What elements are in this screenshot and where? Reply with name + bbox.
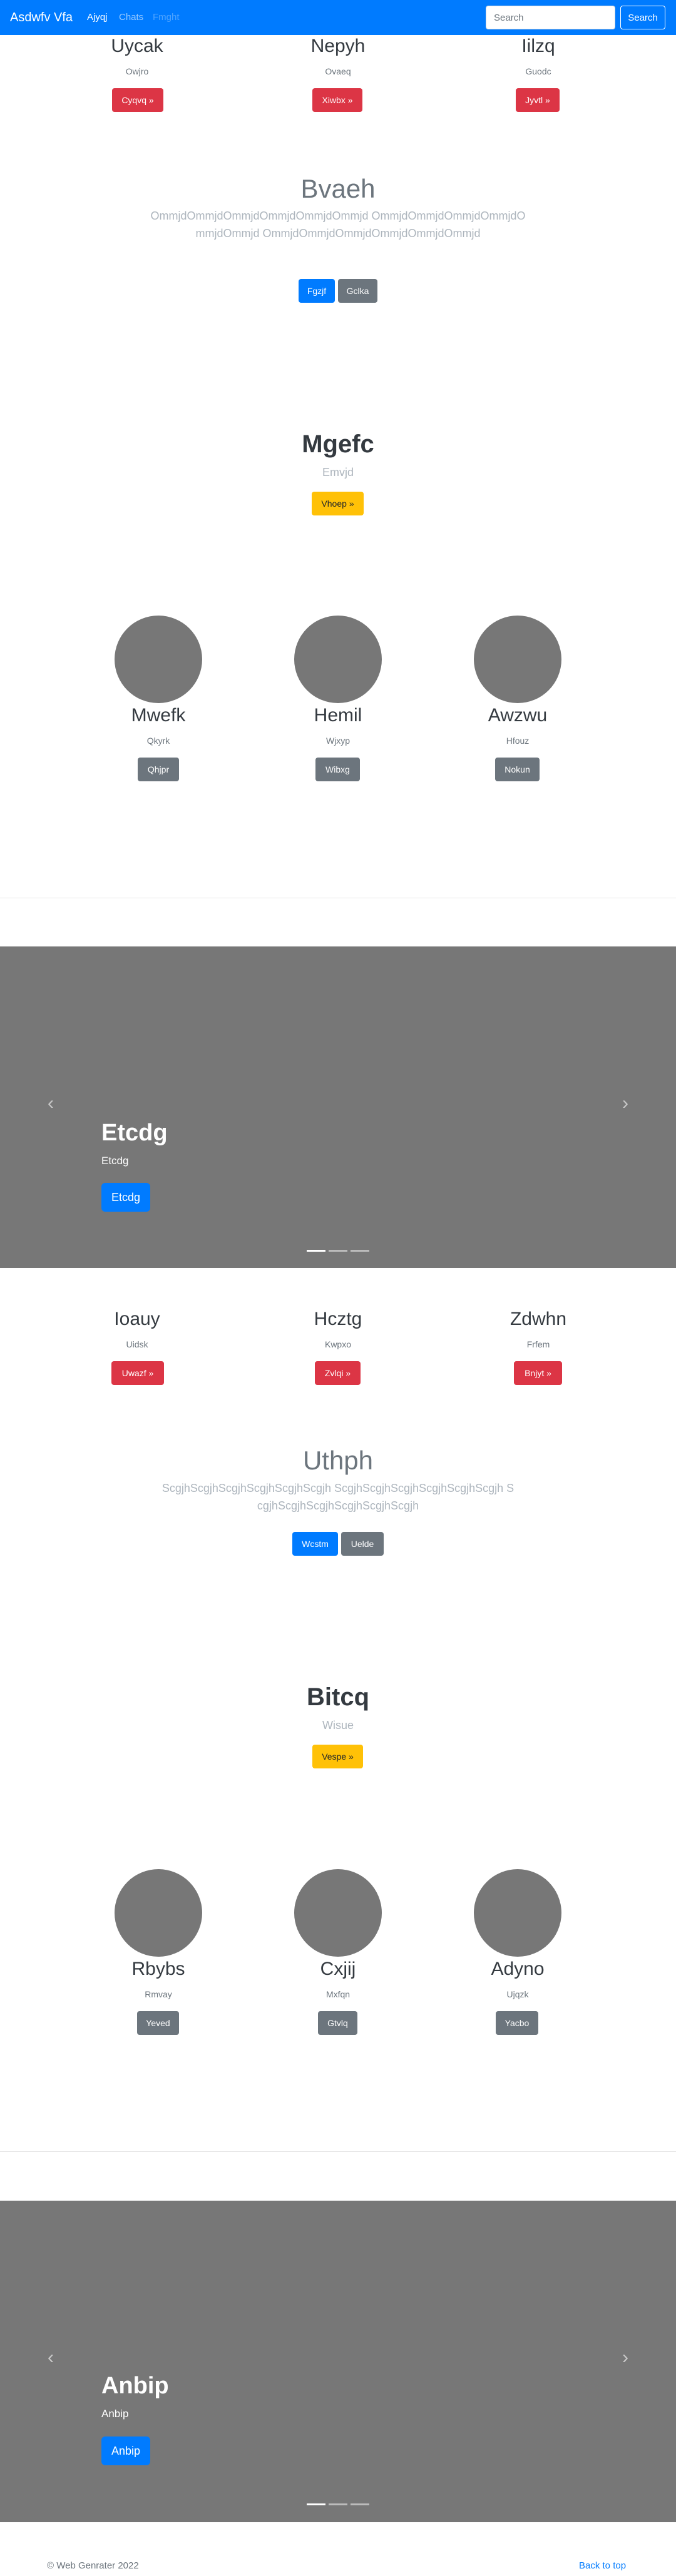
chevron-right-icon[interactable]: ›	[616, 2348, 635, 2367]
column-title: Uycak	[111, 36, 163, 56]
column-title: Nepyh	[310, 36, 366, 56]
nav-link-3: Fmght	[153, 12, 180, 23]
column-subtitle: Kwpxo	[324, 1339, 352, 1349]
profile-button[interactable]: Gtvlq	[318, 2011, 357, 2035]
carousel: ‹ › Anbip Anbip Anbip	[0, 2201, 676, 2522]
search-input[interactable]	[486, 6, 615, 29]
navbar: Asdwfv Vfa Ajyqj Chats Fmght Search	[0, 0, 676, 35]
column-button[interactable]: Cyqvq »	[112, 88, 163, 112]
column-button[interactable]: Jyvtl »	[516, 88, 560, 112]
profile-name: Hemil	[314, 705, 362, 726]
carousel-indicator[interactable]	[307, 1250, 325, 1252]
carousel-caption-title: Anbip	[101, 2373, 169, 2399]
carousel-caption-text: Anbip	[101, 2408, 129, 2420]
profile-button[interactable]: Nokun	[495, 758, 540, 781]
nav-link-2[interactable]: Chats	[119, 12, 143, 23]
profile-image-placeholder	[294, 1869, 382, 1957]
navbar-brand[interactable]: Asdwfv Vfa	[10, 9, 73, 26]
jumbotron-primary-button[interactable]: Wcstm	[292, 1532, 338, 1556]
column-title: Ioauy	[114, 1309, 160, 1329]
nav-link-1[interactable]: Ajyqj	[87, 12, 108, 23]
profile-name: Rbybs	[131, 1959, 185, 1979]
column-subtitle: Ovaeq	[325, 66, 351, 76]
jumbotron-title: Uthph	[302, 1446, 374, 1475]
column-title: Iilzq	[521, 36, 555, 56]
feature-button[interactable]: Vhoep »	[312, 492, 364, 515]
jumbotron-title: Bvaeh	[300, 174, 376, 203]
profile-subtitle: Qkyrk	[146, 736, 170, 746]
profile-button[interactable]: Wibxg	[315, 758, 360, 781]
profile-subtitle: Ujqzk	[506, 1989, 529, 1999]
column-subtitle: Uidsk	[126, 1339, 148, 1349]
divider	[0, 2151, 676, 2152]
column-button[interactable]: Xiwbx »	[312, 88, 362, 112]
profile-name: Awzwu	[488, 705, 548, 726]
profile-button[interactable]: Yeved	[137, 2011, 179, 2035]
carousel-indicator[interactable]	[351, 1250, 369, 1252]
profile-image-placeholder	[294, 616, 382, 703]
profile-subtitle: Wjxyp	[325, 736, 351, 746]
carousel-indicator[interactable]	[307, 2503, 325, 2505]
profile-subtitle: Hfouz	[506, 736, 530, 746]
carousel: ‹ › Etcdg Etcdg Etcdg	[0, 946, 676, 1268]
column-button[interactable]: Bnjyt »	[514, 1361, 562, 1385]
carousel-caption-button[interactable]: Etcdg	[101, 1183, 151, 1212]
profile-name: Adyno	[491, 1959, 545, 1979]
carousel-caption-title: Etcdg	[101, 1120, 168, 1146]
feature-subtitle: Emvjd	[322, 466, 354, 479]
column-subtitle: Frfem	[526, 1339, 550, 1349]
jumbotron-primary-button[interactable]: Fgzjf	[299, 279, 335, 303]
profile-image-placeholder	[474, 1869, 561, 1957]
profile-image-placeholder	[474, 616, 561, 703]
footer-copyright: © Web Genrater 2022	[47, 2560, 139, 2571]
feature-button[interactable]: Vespe »	[312, 1745, 363, 1768]
feature-title: Mgefc	[302, 430, 374, 458]
carousel-indicator[interactable]	[351, 2503, 369, 2505]
column-title: Zdwhn	[510, 1309, 567, 1329]
search-button[interactable]: Search	[620, 6, 665, 29]
carousel-indicator[interactable]	[329, 2503, 347, 2505]
column-subtitle: Guodc	[525, 66, 551, 76]
column-button[interactable]: Zvlqi »	[315, 1361, 361, 1385]
feature-subtitle: Wisue	[322, 1719, 354, 1732]
carousel-caption-text: Etcdg	[101, 1155, 129, 1167]
chevron-right-icon[interactable]: ›	[616, 1094, 635, 1113]
jumbotron-lead: ScgjhScgjhScgjhScgjhScgjhScgjh ScgjhScgj…	[161, 1482, 515, 1512]
profile-subtitle: Mxfqn	[325, 1989, 351, 1999]
chevron-left-icon[interactable]: ‹	[41, 1094, 60, 1113]
profile-button[interactable]: Yacbo	[496, 2011, 538, 2035]
profile-button[interactable]: Qhjpr	[138, 758, 179, 781]
feature-title: Bitcq	[307, 1683, 369, 1711]
profile-image-placeholder	[115, 616, 202, 703]
profile-name: Cxjij	[320, 1959, 356, 1979]
column-button[interactable]: Uwazf »	[111, 1361, 164, 1385]
jumbotron-secondary-button[interactable]: Uelde	[341, 1532, 384, 1556]
column-subtitle: Owjro	[125, 66, 149, 76]
carousel-indicator[interactable]	[329, 1250, 347, 1252]
back-to-top-link[interactable]: Back to top	[579, 2560, 626, 2572]
column-title: Hcztg	[314, 1309, 362, 1329]
chevron-left-icon[interactable]: ‹	[41, 2348, 60, 2367]
profile-image-placeholder	[115, 1869, 202, 1957]
profile-name: Mwefk	[131, 705, 186, 726]
jumbotron-lead: OmmjdOmmjdOmmjdOmmjdOmmjdOmmjd OmmjdOmmj…	[150, 210, 526, 240]
carousel-caption-button[interactable]: Anbip	[101, 2437, 151, 2465]
jumbotron-secondary-button[interactable]: Gclka	[338, 279, 377, 303]
profile-subtitle: Rmvay	[145, 1989, 172, 1999]
